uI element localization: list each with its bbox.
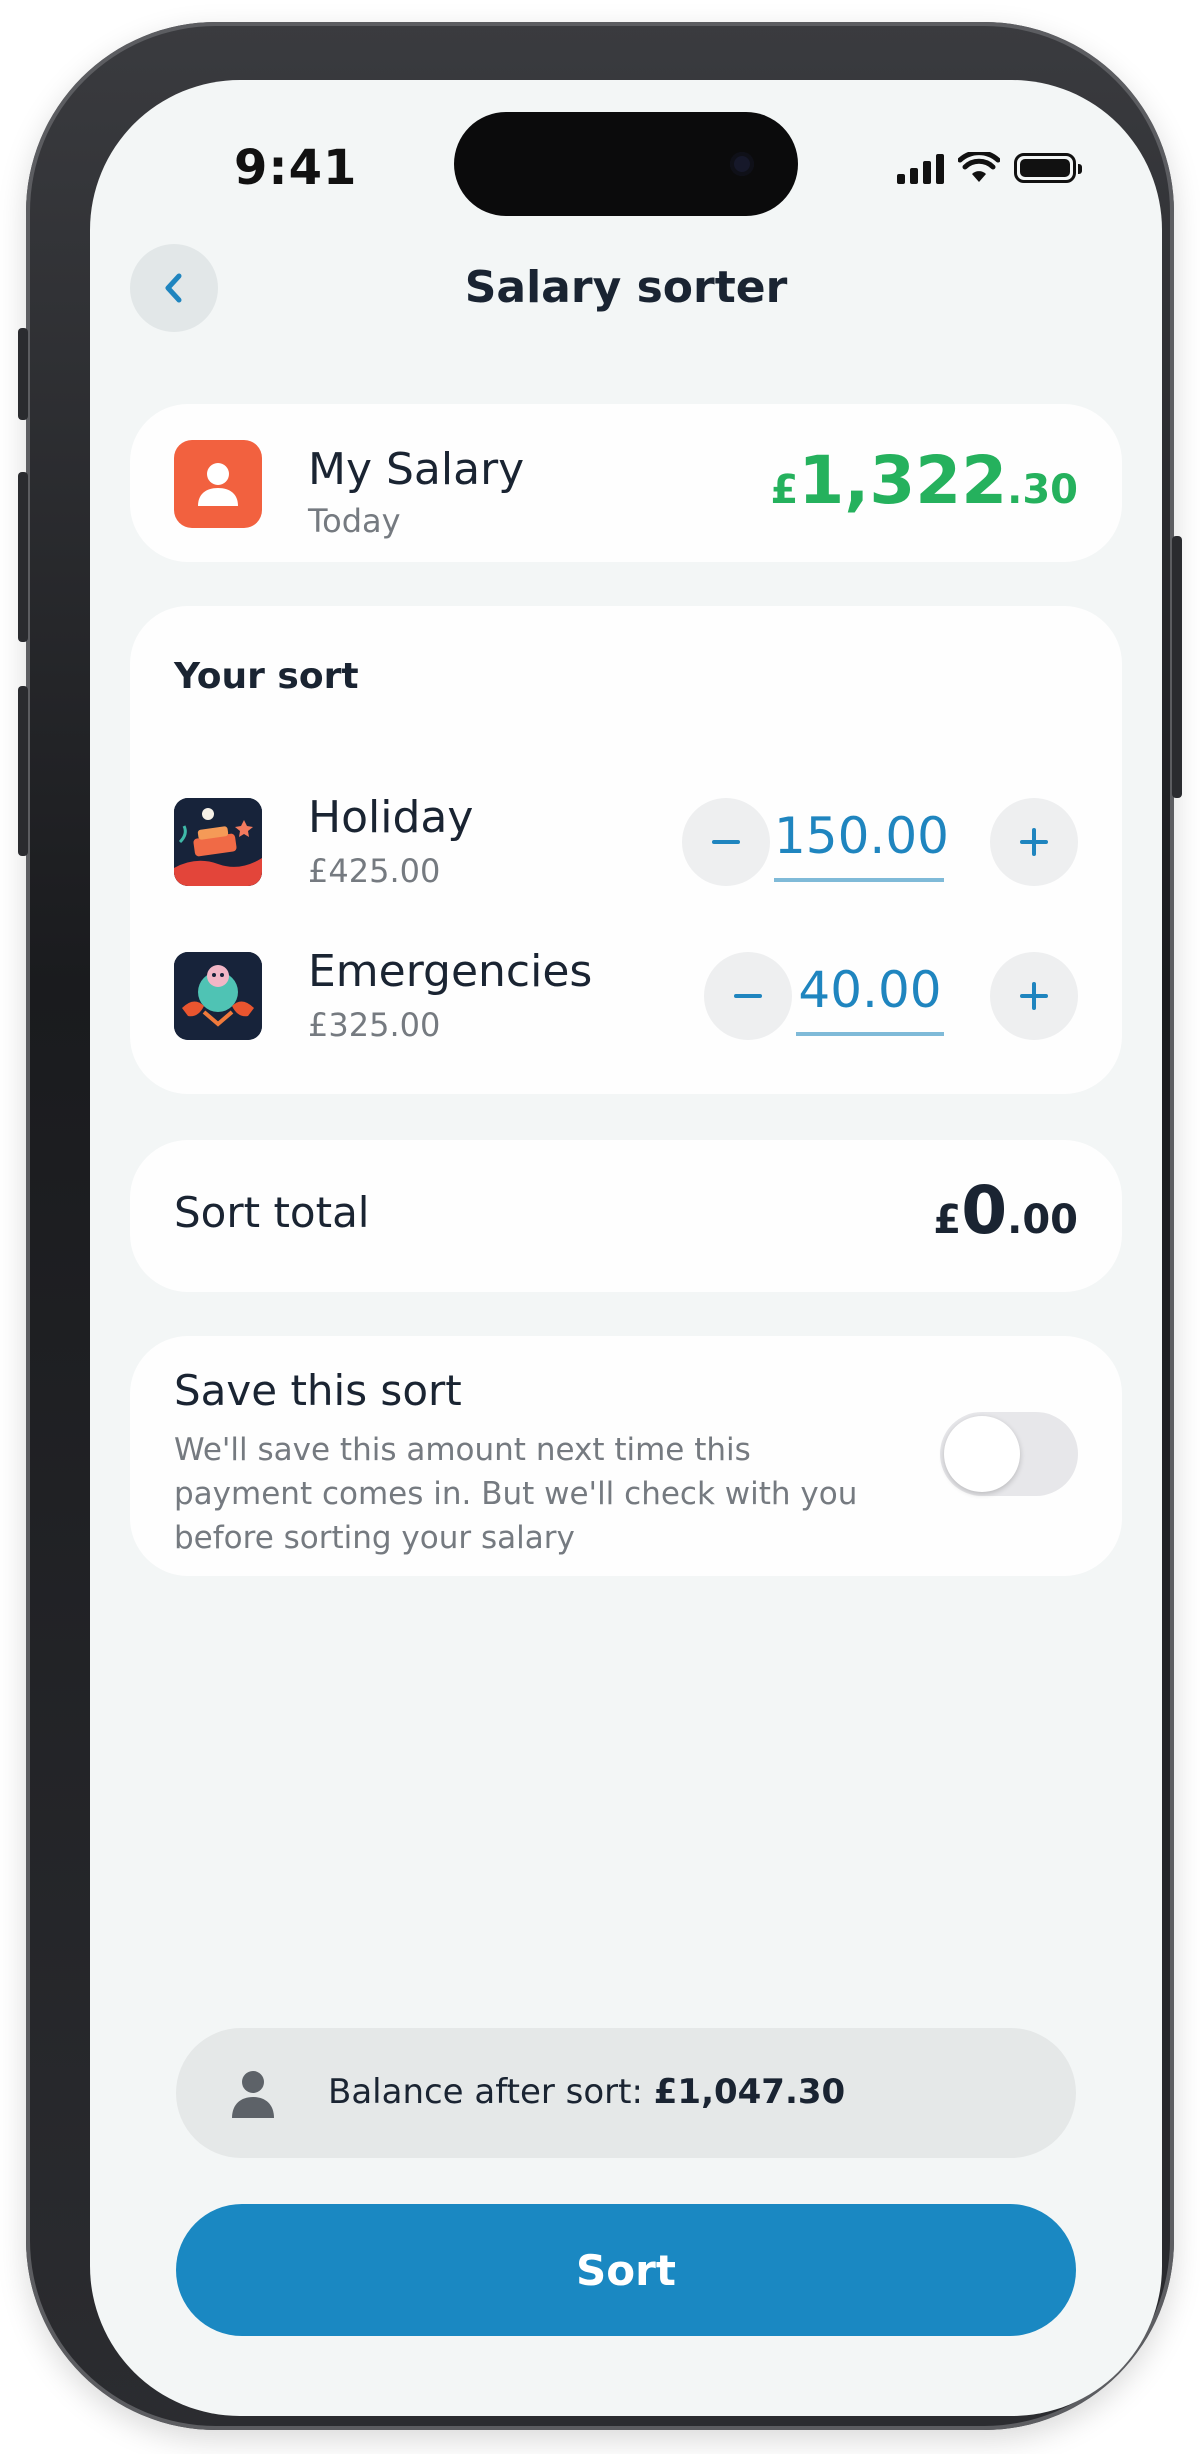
save-sort-card: Save this sort We'll save this amount ne…	[130, 1336, 1122, 1576]
phone-power-button	[1172, 536, 1182, 798]
increase-button[interactable]	[990, 798, 1078, 886]
pot-row-emergencies: Emergencies £325.00 40.00	[130, 946, 1122, 1046]
sort-button[interactable]: Sort	[176, 2204, 1076, 2336]
page-title: Salary sorter	[464, 262, 788, 313]
person-icon	[232, 2071, 274, 2118]
salary-name: My Salary	[308, 444, 525, 495]
salary-date: Today	[308, 502, 401, 540]
pot-row-holiday: Holiday £425.00 150.00	[130, 792, 1122, 892]
sort-total-amount: £0.00	[933, 1172, 1078, 1249]
phone-action-button	[18, 328, 28, 420]
holiday-pot-icon	[174, 798, 262, 886]
signal-icon	[897, 152, 944, 184]
balance-label: Balance after sort:	[328, 2072, 643, 2112]
camera-icon	[730, 152, 754, 176]
wifi-icon	[958, 152, 1000, 182]
phone-frame: 9:41 Salary sorter My Salary Today £1,32…	[18, 22, 1182, 2430]
battery-icon	[1014, 153, 1082, 183]
salary-card: My Salary Today £1,322.30	[130, 404, 1122, 562]
dynamic-island	[454, 112, 798, 216]
balance-value: £1,047.30	[653, 2072, 846, 2112]
emergencies-pot-icon	[174, 952, 262, 1040]
plus-icon	[1020, 828, 1048, 856]
your-sort-heading: Your sort	[174, 656, 359, 697]
minus-icon	[712, 840, 740, 844]
decrease-button[interactable]	[704, 952, 792, 1040]
salary-amount-currency: £	[770, 467, 799, 513]
status-icons	[897, 152, 1082, 184]
pot-name: Emergencies	[308, 946, 593, 997]
phone-volume-down-button	[18, 686, 28, 856]
sort-total-card: Sort total £0.00	[130, 1140, 1122, 1292]
your-sort-card: Your sort Holiday £425.00 150.00 Emergen…	[130, 606, 1122, 1094]
sort-total-main: 0	[961, 1172, 1008, 1249]
salary-amount: £1,322.30	[771, 442, 1078, 519]
sort-total-currency: £	[933, 1197, 962, 1243]
amount-input[interactable]: 40.00	[796, 948, 944, 1036]
balance-text: Balance after sort: £1,047.30	[328, 2072, 845, 2112]
salary-amount-main: 1,322	[798, 442, 1008, 519]
pot-target: £325.00	[308, 1006, 441, 1044]
increase-button[interactable]	[990, 952, 1078, 1040]
pot-name: Holiday	[308, 792, 474, 843]
amount-input[interactable]: 150.00	[774, 794, 949, 882]
toggle-knob	[944, 1416, 1020, 1492]
app-screen: 9:41 Salary sorter My Salary Today £1,32…	[90, 80, 1162, 2416]
sort-total-label: Sort total	[174, 1188, 370, 1237]
balance-after-sort: Balance after sort: £1,047.30	[176, 2028, 1076, 2158]
save-sort-description: We'll save this amount next time this pa…	[174, 1432, 858, 1556]
save-sort-toggle[interactable]	[940, 1412, 1078, 1496]
phone-volume-up-button	[18, 472, 28, 642]
status-time: 9:41	[234, 140, 358, 196]
salary-amount-decimal: .30	[1007, 467, 1078, 513]
sort-total-decimal: .00	[1007, 1197, 1078, 1243]
plus-icon	[1020, 982, 1048, 1010]
person-icon	[198, 463, 238, 506]
minus-icon	[734, 994, 762, 998]
decrease-button[interactable]	[682, 798, 770, 886]
salary-avatar	[174, 440, 262, 528]
save-sort-title: Save this sort	[174, 1366, 462, 1415]
pot-target: £425.00	[308, 852, 441, 890]
